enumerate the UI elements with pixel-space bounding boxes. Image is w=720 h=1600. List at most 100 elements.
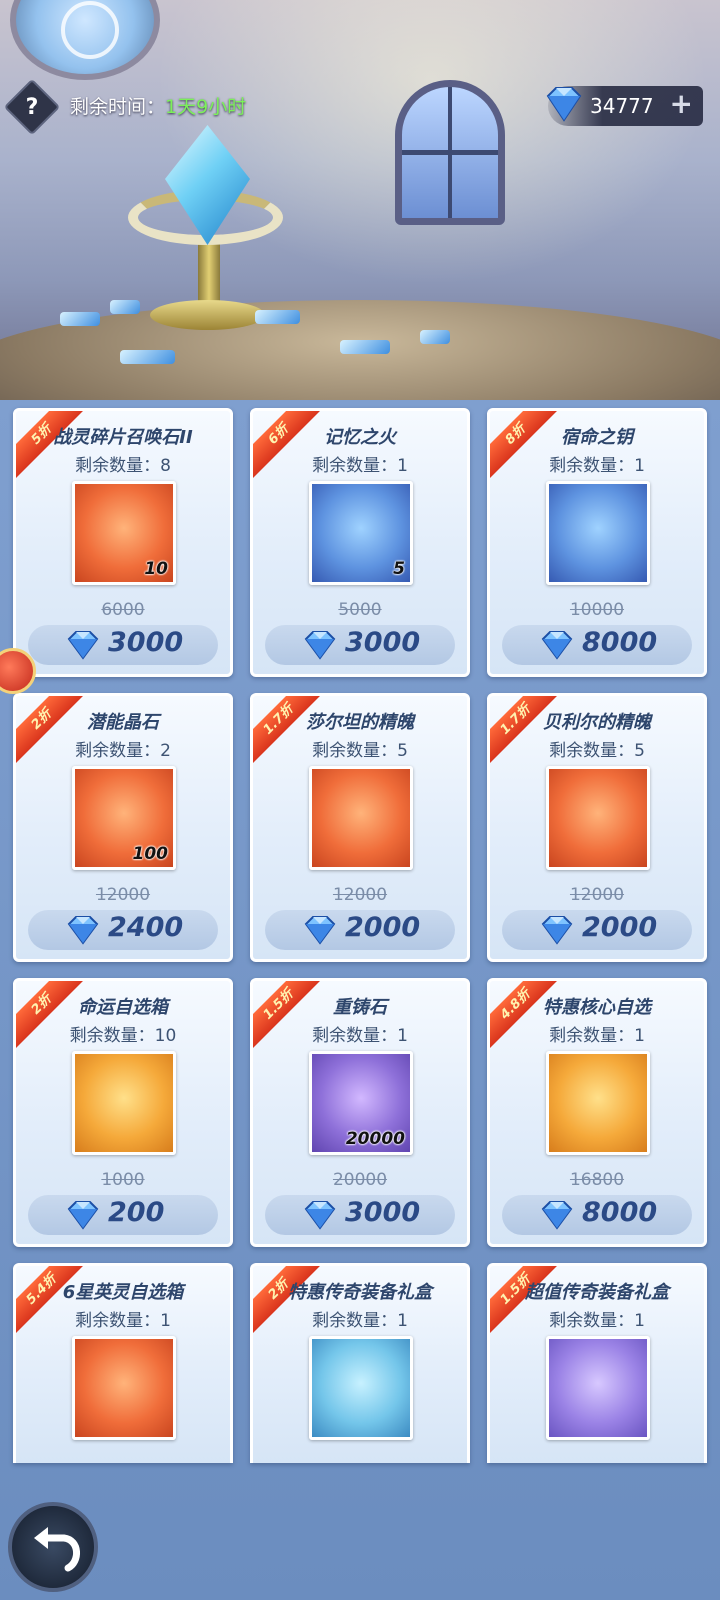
chest-icon[interactable] [72,1051,176,1155]
diamond-icon [546,87,582,122]
item-name: 潜能晶石 [87,712,159,733]
crystal-shard-icon [60,312,100,326]
original-price: 1000 [101,1170,145,1190]
item-remaining: 剩余数量：1 [312,1026,408,1046]
shop-items: 5折 战灵碎片召唤石II 剩余数量：8 10 6000 3000 6折 记忆之火 剩余数量：1 5… [13,408,709,1463]
sale-price: 2400 [108,912,184,943]
diamond-icon [304,916,336,945]
item-name: 特惠核心自选 [543,997,651,1018]
crystal-shard-icon [110,300,140,314]
diamond-icon [304,631,336,660]
key-icon[interactable] [546,481,650,585]
item-remaining: 剩余数量：5 [549,741,645,761]
summon-stone-icon[interactable]: 10 [72,481,176,585]
buy-button[interactable]: 3000 [265,625,455,665]
diamond-icon [304,1201,336,1230]
original-price: 20000 [332,1170,388,1190]
shop-item-card[interactable]: 1.5折 重铸石 剩余数量：1 20000 20000 3000 [250,978,470,1247]
shop-item-card[interactable]: 5.4折 6星英灵自选箱 剩余数量：1 [13,1263,233,1463]
reforge-stone-icon[interactable]: 20000 [309,1051,413,1155]
shop-item-card[interactable]: 2折 潜能晶石 剩余数量：2 100 12000 2400 [13,693,233,962]
item-name: 宿命之钥 [561,427,633,448]
timer-value: 1天9小时 [165,96,247,118]
shop-item-card[interactable]: 8折 宿命之钥 剩余数量：1 10000 8000 [487,408,707,677]
buy-button[interactable]: 200 [28,1195,218,1235]
item-remaining: 剩余数量：1 [312,1311,408,1331]
item-name: 超值传奇装备礼盒 [525,1282,669,1303]
diamond-icon [541,916,573,945]
original-price: 6000 [101,600,145,620]
item-remaining: 剩余数量：1 [549,456,645,476]
arched-window [395,80,505,225]
purple-orb-icon[interactable] [309,766,413,870]
shop-banner-scene: ? 剩余时间：1天9小时 34777 + [0,0,720,400]
shop-item-card[interactable]: 2折 命运自选箱 剩余数量：10 1000 200 [13,978,233,1247]
sale-price: 2000 [582,912,658,943]
flame-icon[interactable]: 5 [309,481,413,585]
item-remaining: 剩余数量：1 [549,1311,645,1331]
original-price: 12000 [332,885,388,905]
star-crystal-icon[interactable]: 100 [72,766,176,870]
diamond-icon [67,1201,99,1230]
original-price: 12000 [569,885,625,905]
item-count: 10 [144,559,168,579]
diamond-icon [541,631,573,660]
original-price: 5000 [338,600,382,620]
shop-item-card[interactable]: 2折 特惠传奇装备礼盒 剩余数量：1 [250,1263,470,1463]
shop-grid: 5折 战灵碎片召唤石II 剩余数量：8 10 6000 3000 6折 记忆之火 剩余数量：1 5… [0,400,720,1600]
timer-label: 剩余时间： [70,96,166,118]
item-remaining: 剩余数量：2 [75,741,171,761]
buy-button[interactable]: 2400 [28,910,218,950]
shop-item-card[interactable]: 1.7折 贝利尔的精魄 剩余数量：5 12000 2000 [487,693,707,962]
item-name: 特惠传奇装备礼盒 [288,1282,432,1303]
card-icon[interactable] [546,1051,650,1155]
original-price: 12000 [95,885,151,905]
buy-button[interactable]: 3000 [265,1195,455,1235]
item-count: 20000 [345,1129,405,1149]
item-name: 6星英灵自选箱 [62,1282,184,1303]
add-currency-button[interactable]: + [670,90,693,118]
hero-chest-icon[interactable] [72,1336,176,1440]
item-remaining: 剩余数量：1 [75,1311,171,1331]
crystal-shard-icon [340,340,390,354]
currency-amount: 34777 [590,94,654,118]
item-name: 战灵碎片召唤石II [53,427,193,448]
armor-box-icon[interactable] [309,1336,413,1440]
help-button[interactable]: ? [3,78,61,136]
item-name: 重铸石 [333,997,387,1018]
sale-price: 3000 [345,627,421,658]
item-remaining: 剩余数量：8 [75,456,171,476]
diamond-icon [67,916,99,945]
crystal-shard-icon [120,350,175,364]
remaining-time: 剩余时间：1天9小时 [70,92,246,119]
buy-button[interactable]: 8000 [502,1195,692,1235]
shop-item-card[interactable]: 1.7折 莎尔坦的精魄 剩余数量：5 12000 2000 [250,693,470,962]
buy-button[interactable]: 2000 [502,910,692,950]
item-remaining: 剩余数量：10 [69,1026,177,1046]
item-name: 贝利尔的精魄 [543,712,651,733]
item-name: 命运自选箱 [78,997,168,1018]
item-name: 记忆之火 [324,427,396,448]
sale-price: 3000 [345,1197,421,1228]
red-orb-icon[interactable] [546,766,650,870]
item-remaining: 剩余数量：5 [312,741,408,761]
shop-item-card[interactable]: 1.5折 超值传奇装备礼盒 剩余数量：1 [487,1263,707,1463]
pedestal-base [150,300,265,330]
item-count: 5 [393,559,405,579]
crystal-shard-icon [255,310,300,324]
diamond-icon [541,1201,573,1230]
item-remaining: 剩余数量：1 [312,456,408,476]
buy-button[interactable]: 3000 [28,625,218,665]
item-name: 莎尔坦的精魄 [306,712,414,733]
sale-price: 200 [108,1197,165,1228]
shop-item-card[interactable]: 6折 记忆之火 剩余数量：1 5 5000 3000 [250,408,470,677]
buy-button[interactable]: 2000 [265,910,455,950]
round-window [10,0,160,80]
shop-item-card[interactable]: 5折 战灵碎片召唤石II 剩余数量：8 10 6000 3000 [13,408,233,677]
item-remaining: 剩余数量：1 [549,1026,645,1046]
shop-item-card[interactable]: 4.8折 特惠核心自选 剩余数量：1 16800 8000 [487,978,707,1247]
armor-box-gold-icon[interactable] [546,1336,650,1440]
original-price: 16800 [569,1170,625,1190]
buy-button[interactable]: 8000 [502,625,692,665]
back-button[interactable] [8,1502,98,1592]
